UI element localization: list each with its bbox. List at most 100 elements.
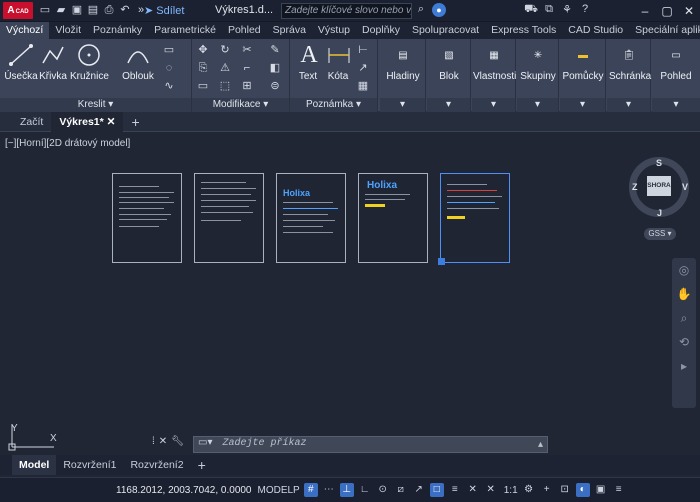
move-icon[interactable]: ✥ xyxy=(196,43,210,57)
offset-icon[interactable]: ⊜ xyxy=(268,79,282,93)
tab-drawing1[interactable]: Výkres1* ✕ xyxy=(51,111,124,132)
viewport-label[interactable]: [−][Horní][2D drátový model] xyxy=(5,138,130,149)
clean-screen-icon[interactable]: ▣ xyxy=(594,483,608,497)
snap-icon[interactable]: ⋯ xyxy=(322,483,336,497)
command-input[interactable]: Zadejte příkaz xyxy=(222,438,306,449)
arc-tool[interactable]: Oblouk xyxy=(120,42,156,82)
steering-wheel-icon[interactable]: ◎ xyxy=(672,258,696,282)
maximize-icon[interactable]: ▢ xyxy=(656,0,678,22)
clipboard-expand[interactable]: ▾ xyxy=(607,98,650,112)
minimize-icon[interactable]: – xyxy=(634,0,656,22)
isodraft-icon[interactable]: ⧄ xyxy=(394,483,408,497)
open-icon[interactable]: ▰ xyxy=(54,3,68,18)
lineweight-icon[interactable]: ≡ xyxy=(448,483,462,497)
viewcube-top-face[interactable]: SHORA xyxy=(647,176,671,196)
ortho-icon[interactable]: ∟ xyxy=(358,483,372,497)
utilities-button[interactable]: ▬ Pomůcky xyxy=(562,42,604,83)
tab-layout2[interactable]: Rozvržení2 xyxy=(123,455,190,475)
groups-button[interactable]: ✳ Skupiny xyxy=(519,42,557,83)
explode-icon[interactable]: ◧ xyxy=(268,61,282,75)
save-icon[interactable]: ▣ xyxy=(70,3,84,18)
tab-parametric[interactable]: Parametrické xyxy=(148,22,222,39)
infer-icon[interactable]: ⊥ xyxy=(339,483,354,497)
polyline-tool[interactable]: Křivka xyxy=(38,42,68,82)
command-expand-icon[interactable]: ▴ xyxy=(538,439,543,451)
search-input[interactable]: Zadejte klíčové slovo nebo výraz. xyxy=(281,3,412,19)
app-logo[interactable]: ACAD xyxy=(3,2,33,19)
utilities-expand[interactable]: ▾ xyxy=(560,98,605,112)
customization-icon[interactable]: ≡ xyxy=(612,483,626,497)
annotation-scale[interactable]: 1:1 xyxy=(504,485,518,496)
mirror-icon[interactable]: ⚠ xyxy=(218,61,232,75)
clipboard-button[interactable]: 📋︎ Schránka xyxy=(609,42,651,83)
undo-icon[interactable]: ↶ xyxy=(118,3,132,18)
page-thumbnail-2[interactable] xyxy=(194,173,264,263)
tab-model[interactable]: Model xyxy=(12,455,57,475)
tab-layout1[interactable]: Rozvržení1 xyxy=(56,455,123,475)
zoom-icon[interactable]: ⌕ xyxy=(672,306,696,330)
osnap-icon[interactable]: □ xyxy=(429,483,444,497)
new-icon[interactable]: ▭ xyxy=(38,3,52,18)
drawing-canvas[interactable]: [−][Horní][2D drátový model] Holixa Holi… xyxy=(0,133,700,453)
tab-start[interactable]: Začít xyxy=(12,112,51,132)
grid-icon[interactable]: # xyxy=(303,483,318,497)
layers-button[interactable]: ▤ Hladiny xyxy=(384,42,422,83)
tab-view[interactable]: Pohled xyxy=(222,22,267,39)
properties-button[interactable]: ▦ Vlastnosti xyxy=(473,42,516,83)
view-expand[interactable]: ▾ xyxy=(652,98,700,112)
search-icon[interactable]: ⌕ xyxy=(414,3,428,17)
table-icon[interactable]: ▦ xyxy=(356,79,370,93)
hardware-accel-icon[interactable]: ◐ xyxy=(575,483,590,497)
share-button[interactable]: ➤ Sdílet xyxy=(144,4,184,17)
plus-icon[interactable]: + xyxy=(540,483,554,497)
wcs-menu[interactable]: GSS ▾ xyxy=(644,228,676,240)
rotate-icon[interactable]: ↻ xyxy=(218,43,232,57)
autoscale-icon[interactable]: ✕ xyxy=(484,483,498,497)
viewcube-east[interactable]: V xyxy=(682,182,688,192)
connect-icon[interactable]: ⚘ xyxy=(560,3,574,17)
annotation-visibility-icon[interactable]: ✕ xyxy=(466,483,480,497)
layers-expand[interactable]: ▾ xyxy=(380,98,425,112)
add-layout-button[interactable]: + xyxy=(191,455,213,475)
help-icon[interactable]: ? xyxy=(578,3,592,17)
page-thumbnail-1[interactable] xyxy=(112,173,182,263)
new-tab-button[interactable]: + xyxy=(123,112,147,132)
annotation-panel-label[interactable]: Poznámka ▾ xyxy=(290,98,377,112)
trim-icon[interactable]: ✂ xyxy=(240,43,254,57)
rectangle-icon[interactable]: ▭ xyxy=(162,43,176,57)
stretch-icon[interactable]: ▭ xyxy=(196,79,210,93)
tab-cad-studio[interactable]: CAD Studio xyxy=(562,22,629,39)
line-tool[interactable]: Úsečka xyxy=(4,42,38,82)
viewcube-west[interactable]: Z xyxy=(632,182,638,192)
tab-home[interactable]: Výchozí xyxy=(0,22,50,39)
exchange-icon[interactable]: ⧉ xyxy=(542,3,556,17)
draw-panel-label[interactable]: Kreslit ▾ xyxy=(0,98,191,112)
modify-panel-label[interactable]: Modifikace ▾ xyxy=(192,98,289,112)
polar-icon[interactable]: ⊙ xyxy=(376,483,390,497)
page-thumbnail-5[interactable] xyxy=(438,173,510,265)
pan-icon[interactable]: ✋ xyxy=(672,282,696,306)
text-tool[interactable]: A Text xyxy=(294,42,322,83)
viewcube-north[interactable]: S xyxy=(656,158,662,168)
close-command-icon[interactable]: ✕ xyxy=(159,436,167,447)
coordinates-readout[interactable]: 1168.2012, 2003.7042, 0.0000 xyxy=(116,485,252,496)
showmotion-icon[interactable]: ▸ xyxy=(672,354,696,378)
groups-expand[interactable]: ▾ xyxy=(517,98,558,112)
close-tab-icon[interactable]: ✕ xyxy=(107,116,116,128)
units-icon[interactable]: ⊡ xyxy=(558,483,572,497)
drag-handle-icon[interactable]: ⁞ xyxy=(152,436,155,447)
erase-icon[interactable]: ✎ xyxy=(268,43,282,57)
tab-collaborate[interactable]: Spolupracovat xyxy=(406,22,485,39)
cart-icon[interactable]: ⛟ xyxy=(524,3,538,17)
model-space-toggle[interactable]: MODELP xyxy=(258,485,300,496)
circle-tool[interactable]: Kružnice xyxy=(70,42,109,82)
array-icon[interactable]: ⊞ xyxy=(240,79,254,93)
linear-dim-icon[interactable]: ⊢ xyxy=(356,43,370,57)
tab-manage[interactable]: Správa xyxy=(267,22,312,39)
command-history-icon[interactable]: ▭▾ xyxy=(194,438,216,449)
command-line[interactable]: ▭▾ Zadejte příkaz ▴ xyxy=(193,436,548,453)
tab-output[interactable]: Výstup xyxy=(312,22,356,39)
scale-icon[interactable]: ⬚ xyxy=(218,79,232,93)
settings-icon[interactable]: ⚙ xyxy=(522,483,536,497)
fillet-icon[interactable]: ⌐ xyxy=(240,61,254,75)
